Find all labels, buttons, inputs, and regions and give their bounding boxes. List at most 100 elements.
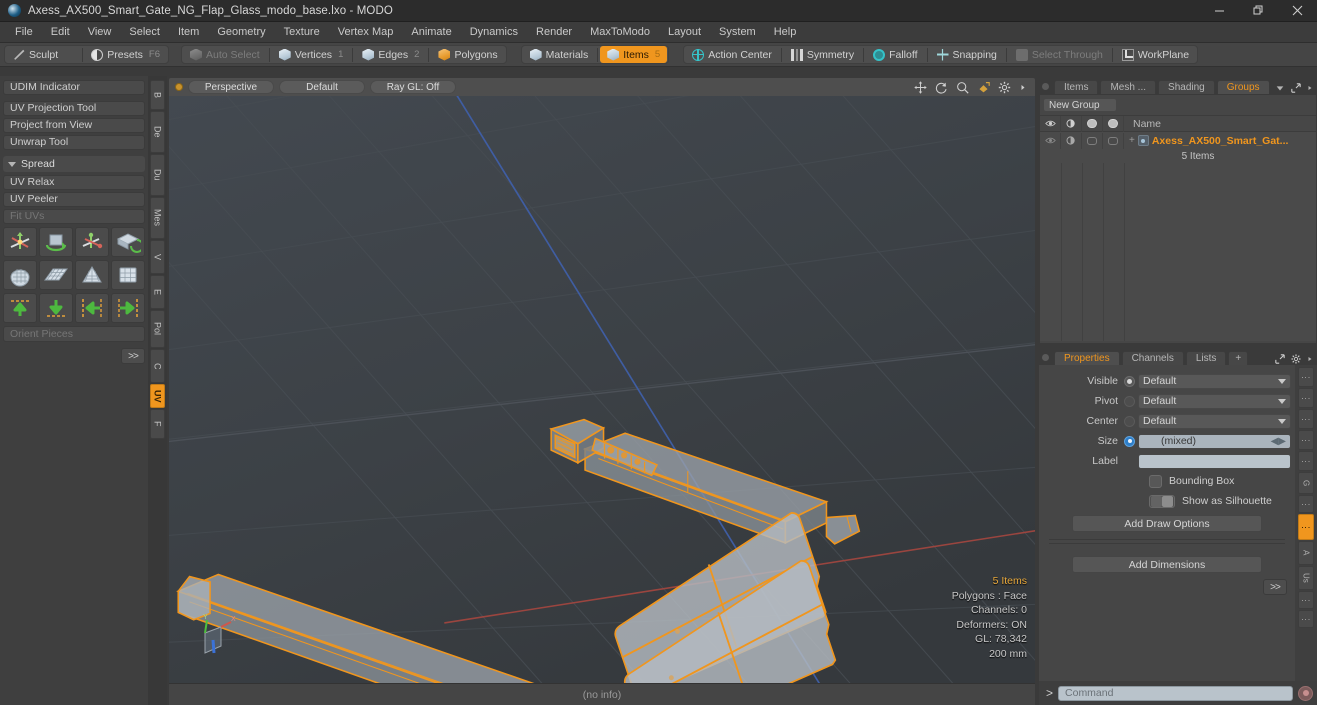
property-size-radio[interactable] — [1124, 435, 1135, 447]
raygl-toggle-button[interactable]: Ray GL: Off — [370, 80, 456, 94]
tab-shading[interactable]: Shading — [1158, 80, 1215, 94]
side-tab-4[interactable]: ⋮ — [1298, 430, 1314, 450]
side-tab-geometry[interactable]: G — [1298, 472, 1314, 494]
column-visibility[interactable] — [1040, 115, 1061, 132]
items-button[interactable]: Items 5 — [600, 46, 668, 63]
show-as-silhouette-toggle[interactable] — [1149, 494, 1175, 508]
menu-edit[interactable]: Edit — [42, 22, 79, 43]
workplane-button[interactable]: WorkPlane — [1115, 46, 1196, 63]
spinner-icon[interactable]: ◀▶ — [1271, 436, 1286, 447]
tool-udim-indicator[interactable]: UDIM Indicator — [3, 80, 145, 95]
vertices-button[interactable]: Vertices 1 — [272, 46, 351, 63]
falloff-button[interactable]: Falloff — [866, 46, 924, 63]
edges-button[interactable]: Edges 2 — [355, 46, 426, 63]
tab-channels[interactable]: Channels — [1121, 351, 1184, 365]
bounding-box-checkbox[interactable] — [1149, 474, 1162, 488]
pan-icon[interactable] — [977, 81, 990, 94]
vtab-duplicate[interactable]: Du — [150, 154, 165, 196]
chevron-right-icon[interactable] — [1019, 81, 1027, 94]
expand-icon[interactable] — [1275, 354, 1285, 364]
section-spread[interactable]: Spread — [3, 156, 145, 172]
uv-cone-icon-button[interactable] — [75, 260, 109, 290]
symmetry-button[interactable]: Symmetry — [784, 46, 861, 63]
side-tab-7[interactable]: ⋮ — [1298, 495, 1314, 513]
side-tab-active[interactable]: ⋮ — [1298, 514, 1314, 540]
menu-render[interactable]: Render — [527, 22, 581, 43]
row-outline-toggle[interactable] — [1082, 132, 1103, 149]
menu-help[interactable]: Help — [765, 22, 806, 43]
menu-view[interactable]: View — [79, 22, 121, 43]
uv-flatten-icon-button[interactable] — [111, 227, 145, 257]
uv-box-icon-button[interactable] — [111, 260, 145, 290]
row-render-toggle[interactable] — [1061, 132, 1082, 149]
tool-uv-peeler[interactable]: UV Peeler — [3, 192, 145, 207]
tab-properties[interactable]: Properties — [1054, 351, 1120, 365]
left-panel-more-button[interactable]: >> — [121, 348, 145, 364]
record-icon[interactable] — [1298, 685, 1313, 701]
menu-geometry[interactable]: Geometry — [208, 22, 274, 43]
tool-project-from-view[interactable]: Project from View — [3, 118, 145, 133]
align-down-icon-button[interactable] — [39, 293, 73, 323]
vtab-deform[interactable]: De — [150, 111, 165, 153]
viewport-3d[interactable]: Y X 5 Items Polygons : Face Channels: 0 … — [169, 96, 1035, 683]
tab-lists[interactable]: Lists — [1185, 351, 1227, 365]
chevron-right-icon[interactable] — [1307, 83, 1313, 93]
move-icon[interactable] — [914, 80, 927, 94]
menu-system[interactable]: System — [710, 22, 765, 43]
row-visibility-toggle[interactable] — [1040, 132, 1061, 149]
expander-icon[interactable]: + — [1129, 135, 1135, 146]
uv-plane-icon-button[interactable] — [39, 260, 73, 290]
gear-icon[interactable] — [998, 81, 1011, 94]
vtab-mesh-edit[interactable]: Mes — [150, 197, 165, 239]
side-tab-12[interactable]: ⋮ — [1298, 610, 1314, 628]
vtab-vertex[interactable]: V — [150, 240, 165, 274]
presets-button[interactable]: Presets F6 — [84, 46, 167, 63]
uv-transform-icon-button[interactable] — [75, 227, 109, 257]
view-mode-button[interactable]: Perspective — [188, 80, 274, 94]
property-visible-dropdown[interactable]: Default — [1138, 373, 1291, 389]
action-center-button[interactable]: Action Center — [685, 46, 779, 63]
groups-tree-empty-area[interactable] — [1040, 163, 1316, 341]
new-group-button[interactable]: New Group — [1043, 98, 1117, 112]
chevron-down-icon[interactable] — [1275, 83, 1285, 93]
side-tab-2[interactable]: ⋮ — [1298, 388, 1314, 408]
property-center-dropdown[interactable]: Default — [1138, 413, 1291, 429]
side-tab-1[interactable]: ⋮ — [1298, 367, 1314, 387]
command-input[interactable]: Command — [1058, 685, 1293, 701]
auto-select-button[interactable]: Auto Select — [183, 46, 267, 63]
property-label-input[interactable] — [1138, 453, 1291, 469]
menu-file[interactable]: File — [6, 22, 42, 43]
uv-move-icon-button[interactable] — [3, 227, 37, 257]
menu-maxtomodo[interactable]: MaxToModo — [581, 22, 659, 43]
align-up-icon-button[interactable] — [3, 293, 37, 323]
property-visible-radio[interactable] — [1124, 375, 1135, 387]
menu-layout[interactable]: Layout — [659, 22, 710, 43]
tool-uv-projection[interactable]: UV Projection Tool — [3, 101, 145, 116]
property-size-field[interactable]: (mixed) ◀▶ — [1138, 433, 1291, 449]
add-dimensions-button[interactable]: Add Dimensions — [1072, 556, 1262, 573]
tool-unwrap[interactable]: Unwrap Tool — [3, 135, 145, 150]
tab-mesh[interactable]: Mesh ... — [1100, 80, 1157, 94]
property-pivot-radio[interactable] — [1124, 395, 1135, 407]
zoom-icon[interactable] — [956, 81, 969, 94]
row-shadow-toggle[interactable] — [1103, 132, 1124, 149]
side-tab-5[interactable]: ⋮ — [1298, 451, 1314, 471]
materials-button[interactable]: Materials — [523, 46, 596, 63]
align-right-icon-button[interactable] — [111, 293, 145, 323]
uv-rotate-icon-button[interactable] — [39, 227, 73, 257]
vtab-basic[interactable]: B — [150, 80, 165, 110]
row-name-cell[interactable]: + Axess_AX500_Smart_Gat... — [1124, 135, 1288, 147]
side-tab-user[interactable]: Us — [1298, 566, 1314, 590]
panel-menu-dot-icon[interactable] — [1042, 354, 1049, 361]
snapping-button[interactable]: Snapping — [930, 46, 1004, 63]
rotate-icon[interactable] — [935, 81, 948, 94]
menu-select[interactable]: Select — [120, 22, 169, 43]
minimize-button[interactable] — [1200, 0, 1239, 22]
property-pivot-dropdown[interactable]: Default — [1138, 393, 1291, 409]
vtab-curve[interactable]: C — [150, 349, 165, 383]
properties-more-button[interactable]: >> — [1263, 579, 1287, 595]
column-shadow[interactable] — [1103, 115, 1124, 132]
select-through-button[interactable]: Select Through — [1009, 46, 1110, 63]
tab-add[interactable]: + — [1228, 351, 1249, 365]
property-center-radio[interactable] — [1124, 415, 1135, 427]
